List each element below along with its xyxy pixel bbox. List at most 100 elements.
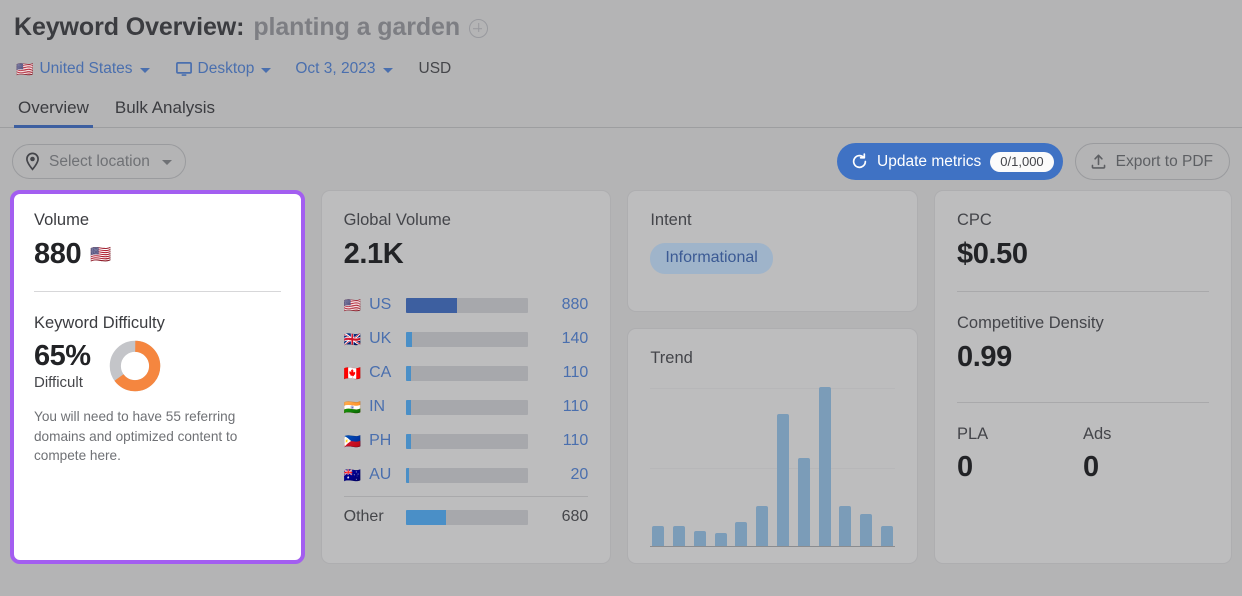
tab-overview[interactable]: Overview xyxy=(14,98,93,128)
chevron-down-icon xyxy=(139,67,150,73)
global-volume-row: 🇨🇦 CA 110 xyxy=(344,356,589,390)
volume-bar-fill xyxy=(405,365,411,381)
us-flag-icon: 🇺🇸 xyxy=(90,245,112,264)
country-flag-icon: 🇬🇧 xyxy=(343,331,362,347)
country-code[interactable]: IN xyxy=(369,398,385,416)
intent-badge[interactable]: Informational xyxy=(650,243,773,274)
intent-card: Intent Informational xyxy=(627,190,918,312)
update-metrics-label: Update metrics xyxy=(877,152,982,170)
trend-bar xyxy=(693,531,706,546)
volume-bar-track xyxy=(405,365,529,381)
country-cell: 🇬🇧 UK xyxy=(344,330,406,348)
intent-label: Intent xyxy=(650,211,692,229)
keyword-difficulty-block: Keyword Difficulty 65% Difficult You wil… xyxy=(34,314,281,466)
country-selector[interactable]: 🇺🇸 United States xyxy=(16,60,150,78)
country-flag-icon: 🇮🇳 xyxy=(343,399,362,415)
trend-bar xyxy=(714,532,727,546)
global-volume-row: 🇺🇸 US 880 xyxy=(344,288,589,322)
volume-value: 110 xyxy=(562,432,589,449)
export-to-pdf-label: Export to PDF xyxy=(1115,152,1213,170)
competitive-density-label: Competitive Density xyxy=(957,314,1104,332)
page-title: Keyword Overview: xyxy=(14,12,245,41)
currency-label: USD xyxy=(418,60,452,77)
volume-bar-fill xyxy=(405,509,447,525)
volume-value: 20 xyxy=(570,466,589,483)
keyword-difficulty-percent: 65% xyxy=(34,339,91,372)
keyword-difficulty-donut-chart xyxy=(109,340,160,392)
divider xyxy=(957,402,1209,403)
volume-bar-fill xyxy=(405,399,411,415)
cpc-column: CPC $0.50 Competitive Density 0.99 PLA 0… xyxy=(934,190,1232,564)
trend-bar xyxy=(756,505,769,546)
ads-block: Ads 0 xyxy=(1083,425,1209,484)
volume-value-row: 880 🇺🇸 xyxy=(34,238,281,271)
country-cell: 🇺🇸 US xyxy=(344,296,406,314)
country-flag-icon: 🇨🇦 xyxy=(343,365,362,381)
volume-bar-fill xyxy=(405,297,458,313)
device-selector-label: Desktop xyxy=(197,60,255,77)
date-selector-label: Oct 3, 2023 xyxy=(295,60,376,77)
trend-bar xyxy=(673,526,686,546)
global-volume-row: 🇬🇧 UK 140 xyxy=(344,322,589,356)
volume-bar-track xyxy=(405,509,529,525)
country-flag-icon: 🇺🇸 xyxy=(343,297,362,313)
competitive-density-value: 0.99 xyxy=(957,341,1012,373)
volume-bar-track xyxy=(405,331,529,347)
pla-label: PLA xyxy=(957,425,989,443)
competitive-density-block: Competitive Density 0.99 xyxy=(957,314,1209,374)
country-code[interactable]: UK xyxy=(369,330,391,348)
trend-bar xyxy=(839,505,852,546)
trend-bar xyxy=(797,458,810,546)
volume-bar-track xyxy=(405,297,529,313)
cpc-card: CPC $0.50 Competitive Density 0.99 PLA 0… xyxy=(934,190,1232,564)
country-code: Other xyxy=(343,508,384,525)
trend-bar xyxy=(818,386,831,546)
refresh-icon xyxy=(852,153,867,169)
cpc-value: $0.50 xyxy=(957,238,1028,270)
select-location-button[interactable]: Select location xyxy=(12,144,186,179)
divider xyxy=(957,291,1209,292)
trend-label: Trend xyxy=(650,349,693,367)
volume-bar-track xyxy=(405,467,529,483)
country-code[interactable]: US xyxy=(369,296,391,314)
filter-bar: 🇺🇸 United States Desktop Oct 3, 2023 USD xyxy=(14,50,1226,88)
trend-bar xyxy=(735,521,748,546)
toolbar-actions: Update metrics 0/1,000 Export to PDF xyxy=(837,143,1230,180)
us-flag-icon: 🇺🇸 xyxy=(16,61,34,77)
country-flag-icon: 🇵🇭 xyxy=(343,433,362,449)
country-code[interactable]: PH xyxy=(369,432,391,450)
country-code[interactable]: AU xyxy=(369,466,391,484)
chevron-down-icon xyxy=(261,67,272,73)
export-to-pdf-button[interactable]: Export to PDF xyxy=(1074,143,1230,180)
country-code[interactable]: CA xyxy=(369,364,391,382)
upload-icon xyxy=(1091,154,1106,169)
volume-bar-track xyxy=(405,399,529,415)
global-volume-row: 🇮🇳 IN 110 xyxy=(344,390,589,424)
volume-value: 880 xyxy=(34,238,82,270)
tab-bulk-analysis[interactable]: Bulk Analysis xyxy=(111,98,219,127)
trend-bar xyxy=(860,513,873,546)
metrics-card-grid: Volume 880 🇺🇸 Keyword Difficulty 65% Dif… xyxy=(0,180,1242,564)
chevron-down-icon xyxy=(382,67,393,73)
volume-bar-fill xyxy=(405,467,410,483)
country-cell: 🇦🇺 AU xyxy=(344,466,406,484)
device-selector[interactable]: Desktop xyxy=(175,60,272,78)
country-cell: 🇮🇳 IN xyxy=(344,398,406,416)
volume-value: 680 xyxy=(561,508,589,525)
select-location-label: Select location xyxy=(49,152,150,170)
country-cell: 🇨🇦 CA xyxy=(344,364,406,382)
divider xyxy=(343,496,589,497)
divider xyxy=(34,291,281,292)
keyword-difficulty-label: Keyword Difficulty xyxy=(34,314,165,332)
volume-bar-fill xyxy=(405,433,411,449)
global-volume-other-row: Other 680 xyxy=(344,500,589,534)
date-selector[interactable]: Oct 3, 2023 xyxy=(295,60,393,78)
update-metrics-button[interactable]: Update metrics 0/1,000 xyxy=(837,143,1063,180)
global-volume-label: Global Volume xyxy=(343,211,451,229)
pla-block: PLA 0 xyxy=(957,425,1083,484)
global-volume-value: 2.1K xyxy=(343,238,404,270)
ads-value: 0 xyxy=(1083,451,1099,483)
trend-bar xyxy=(777,413,789,546)
volume-card[interactable]: Volume 880 🇺🇸 Keyword Difficulty 65% Dif… xyxy=(10,190,305,564)
plus-circle-icon[interactable] xyxy=(469,19,488,38)
